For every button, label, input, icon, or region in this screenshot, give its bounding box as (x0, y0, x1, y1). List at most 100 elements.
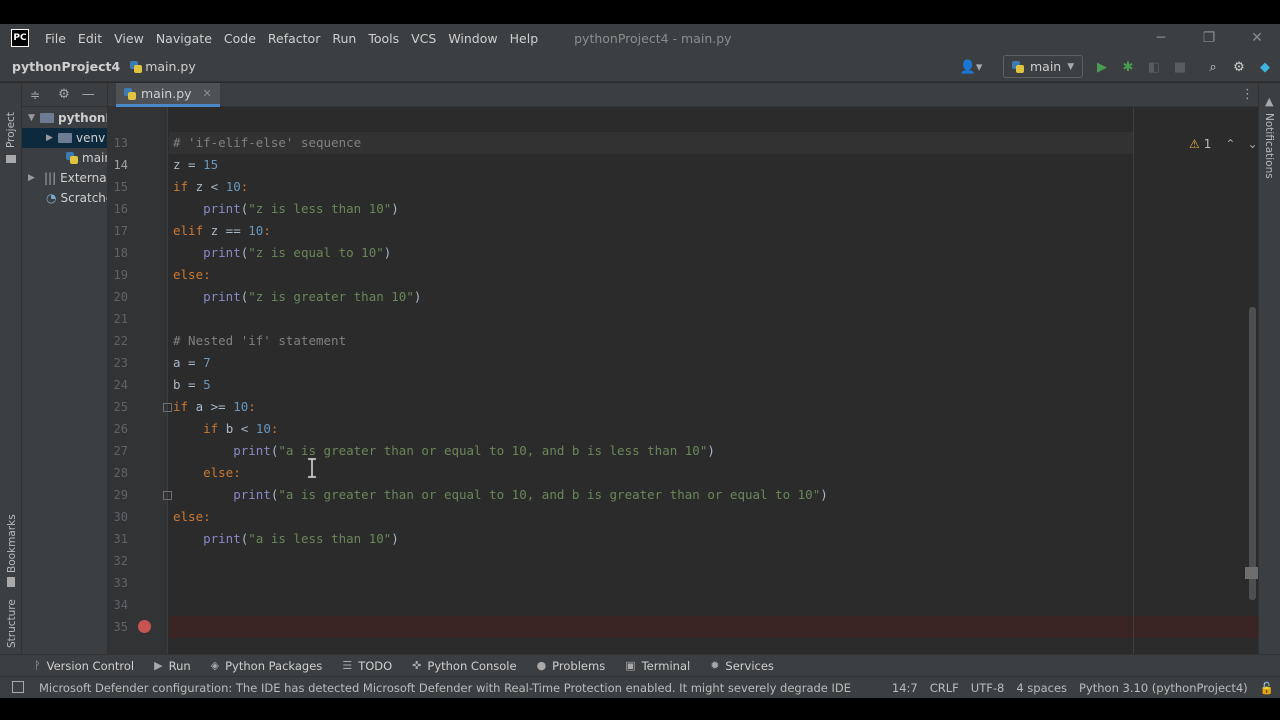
breadcrumb-file[interactable]: main.py (130, 59, 196, 74)
code-line-26[interactable]: if b < 10: (173, 418, 278, 440)
code-line-18[interactable]: print("z is equal to 10") (173, 242, 391, 264)
tool-run[interactable]: ▶ Run (144, 659, 201, 673)
tool-version-control[interactable]: ᚹ Version Control (24, 659, 144, 673)
code-line-28[interactable]: else: (173, 462, 241, 484)
menu-window[interactable]: Window (442, 31, 503, 46)
notifications-bell-icon[interactable]: ▲ (1265, 95, 1273, 108)
tab-label: main.py (141, 86, 192, 101)
scroll-marker (1245, 567, 1258, 579)
tool-todo[interactable]: ☰ TODO (332, 659, 402, 673)
code-line-13[interactable]: # 'if-elif-else' sequence (173, 132, 361, 154)
code-line-15[interactable]: if z < 10: (173, 176, 248, 198)
menu-refactor[interactable]: Refactor (262, 31, 326, 46)
tab-main-py[interactable]: main.py ✕ (116, 83, 220, 107)
run-icon[interactable]: ▶ (1093, 58, 1111, 76)
fold-marker-icon[interactable] (163, 491, 172, 500)
search-icon[interactable]: ⌕ (1204, 58, 1222, 76)
run-configuration-selector[interactable]: main ▼ (1003, 55, 1083, 78)
tool-python-console[interactable]: ✜ Python Console (402, 659, 526, 673)
python-interpreter[interactable]: Python 3.10 (pythonProject4) (1073, 681, 1254, 695)
run-with-coverage-icon[interactable]: ◧ (1145, 58, 1163, 76)
breadcrumb-project[interactable]: pythonProject4 (12, 59, 120, 74)
file-encoding[interactable]: UTF-8 (965, 681, 1011, 695)
structure-tool-button[interactable]: Structure (6, 599, 18, 648)
line-number: 29 (113, 488, 128, 502)
python-console-icon: ✜ (412, 659, 422, 672)
tool-python-packages[interactable]: ◈ Python Packages (201, 659, 333, 673)
python-file-icon (66, 152, 78, 164)
line-number: 33 (113, 576, 128, 590)
close-window-icon[interactable]: ✕ (1234, 24, 1280, 52)
warning-count: 1 (1203, 137, 1212, 151)
menu-help[interactable]: Help (504, 31, 545, 46)
settings-gear-icon[interactable]: ⚙ (1230, 58, 1248, 76)
code-line-19[interactable]: else: (173, 264, 211, 286)
pycharm-logo-icon[interactable]: PC (11, 29, 29, 47)
line-separator[interactable]: CRLF (924, 681, 965, 695)
close-tab-icon[interactable]: ✕ (203, 87, 212, 100)
lock-icon[interactable]: 🔓 (1254, 681, 1280, 695)
code-line-23[interactable]: a = 7 (173, 352, 211, 374)
breakpoint-icon[interactable] (138, 620, 151, 633)
tree-item-project-root[interactable]: ▼ pythonP (28, 108, 107, 128)
code-line-14[interactable]: z = 15 (173, 154, 218, 176)
menu-run[interactable]: Run (326, 31, 362, 46)
restore-icon[interactable]: ❐ (1186, 24, 1232, 52)
code-line-25[interactable]: if a >= 10: (173, 396, 256, 418)
code-line-22[interactable]: # Nested 'if' statement (173, 330, 346, 352)
bookmarks-tool-button[interactable]: Bookmarks (6, 514, 18, 573)
menu-file[interactable]: File (39, 31, 72, 46)
code-editor[interactable]: 13 14 15 16 17 18 19 20 21 22 23 24 25 2… (108, 107, 1258, 654)
code-line-29[interactable]: print("a is greater than or equal to 10,… (173, 484, 828, 506)
tree-item-venv[interactable]: ▶ venv (22, 128, 107, 148)
code-line-24[interactable]: b = 5 (173, 374, 211, 396)
previous-highlight-icon[interactable]: ⌃ (1225, 137, 1235, 151)
tree-item-label: pythonP (58, 111, 107, 125)
code-line-17[interactable]: elif z == 10: (173, 220, 271, 242)
tree-item-external-libraries[interactable]: ▶ ||| External (28, 168, 108, 188)
line-number: 13 (113, 136, 128, 150)
code-line-31[interactable]: print("a is less than 10") (173, 528, 399, 550)
tree-item-main[interactable]: main (66, 148, 107, 168)
code-with-me-icon[interactable]: ◆ (1256, 58, 1274, 76)
tree-item-label: Scratche (60, 191, 107, 205)
editor-gutter[interactable]: 13 14 15 16 17 18 19 20 21 22 23 24 25 2… (108, 107, 172, 654)
tool-terminal[interactable]: ▣ Terminal (615, 659, 700, 673)
menu-navigate[interactable]: Navigate (150, 31, 218, 46)
toggle-tool-windows-icon[interactable] (12, 681, 24, 693)
debug-icon[interactable]: ✱ (1119, 58, 1137, 76)
menu-vcs[interactable]: VCS (405, 31, 442, 46)
ide-window: PC File Edit View Navigate Code Refactor… (0, 24, 1280, 698)
options-gear-icon[interactable]: ⚙ (58, 87, 70, 102)
project-tool-button[interactable]: Project (5, 112, 17, 148)
menu-view[interactable]: View (108, 31, 150, 46)
inspection-widget[interactable]: ⚠ 1 ⌃ ⌄ (1189, 137, 1258, 151)
next-highlight-icon[interactable]: ⌄ (1247, 137, 1257, 151)
more-options-icon[interactable]: ⋮ (1241, 87, 1254, 102)
line-number: 15 (113, 180, 128, 194)
fold-marker-icon[interactable] (163, 403, 172, 412)
caret-position[interactable]: 14:7 (886, 681, 924, 695)
tool-problems[interactable]: ● Problems (527, 659, 616, 673)
stop-icon[interactable]: ■ (1171, 58, 1189, 76)
collapse-all-icon[interactable]: ≑ (30, 88, 40, 102)
indent-setting[interactable]: 4 spaces (1010, 681, 1073, 695)
menu-code[interactable]: Code (218, 31, 262, 46)
menu-edit[interactable]: Edit (72, 31, 108, 46)
tool-services[interactable]: ✹ Services (700, 659, 784, 673)
user-account-icon[interactable]: 👤▾ (957, 58, 985, 76)
status-message[interactable]: Microsoft Defender configuration: The ID… (39, 681, 856, 695)
hide-panel-icon[interactable]: — (82, 87, 95, 102)
code-line-16[interactable]: print("z is less than 10") (173, 198, 399, 220)
code-line-30[interactable]: else: (173, 506, 211, 528)
line-number: 24 (113, 378, 128, 392)
code-line-27[interactable]: print("a is greater than or equal to 10,… (173, 440, 715, 462)
minimize-icon[interactable]: ─ (1138, 24, 1184, 52)
line-number: 34 (113, 598, 128, 612)
tree-item-scratches[interactable]: ◔ Scratche (46, 188, 107, 208)
tree-item-label: External (60, 171, 108, 185)
vertical-scrollbar-thumb[interactable] (1249, 307, 1256, 600)
menu-tools[interactable]: Tools (362, 31, 405, 46)
notifications-tool-button[interactable]: Notifications (1263, 113, 1275, 179)
code-line-20[interactable]: print("z is greater than 10") (173, 286, 421, 308)
